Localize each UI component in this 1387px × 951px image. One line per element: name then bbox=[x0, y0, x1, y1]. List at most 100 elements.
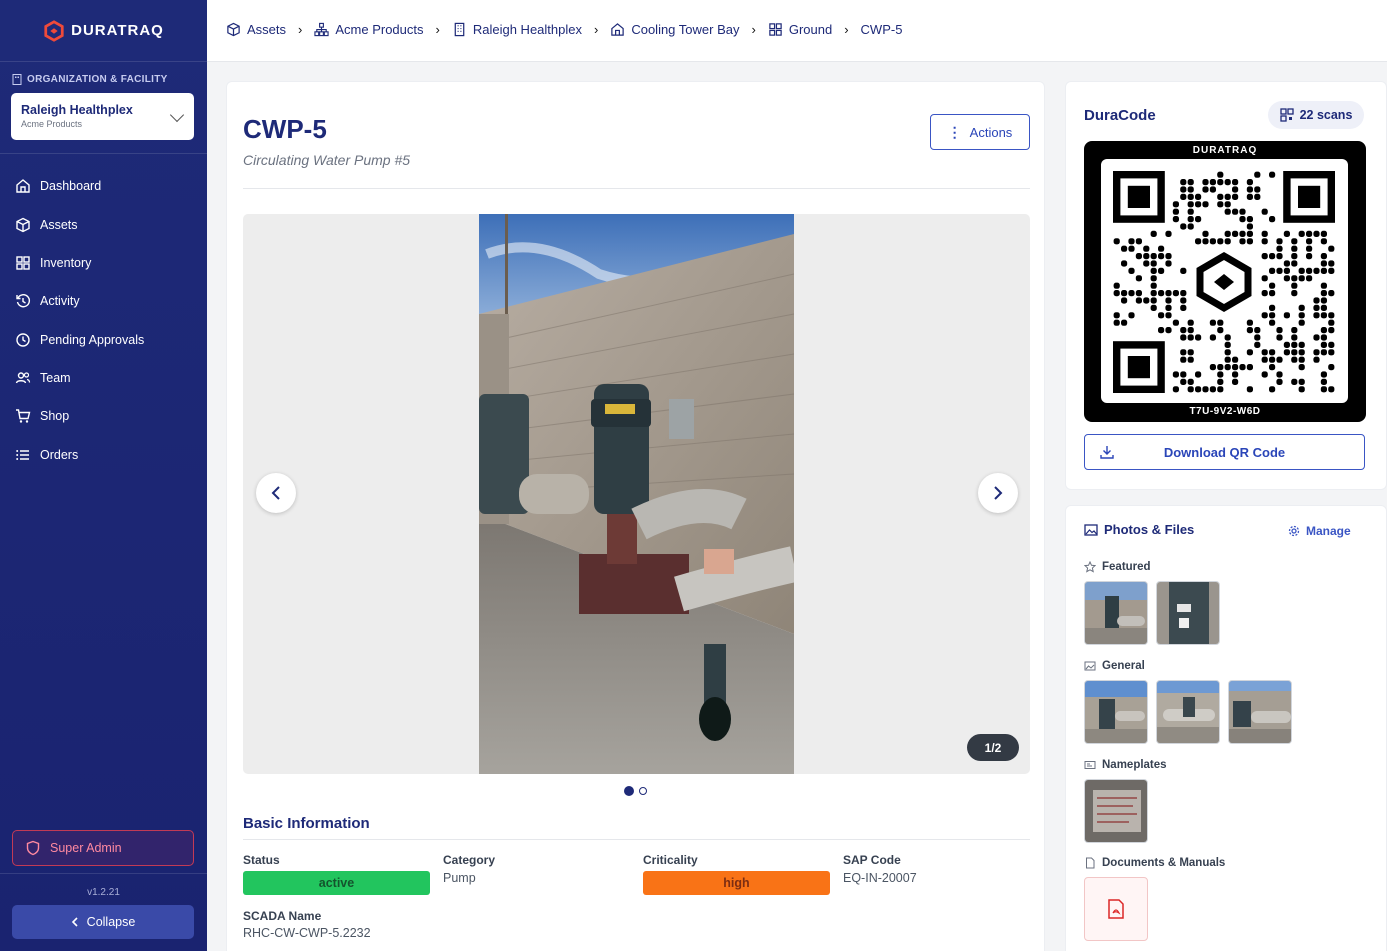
sap-code-value: EQ-IN-20007 bbox=[843, 871, 917, 885]
gallery-dot-1[interactable] bbox=[624, 786, 634, 796]
qr-module bbox=[1187, 186, 1194, 193]
gallery-dot-2[interactable] bbox=[639, 787, 647, 795]
qr-module bbox=[1180, 267, 1187, 274]
chevron-right-icon: › bbox=[844, 22, 849, 37]
qr-module bbox=[1224, 193, 1231, 200]
qr-module bbox=[1180, 179, 1187, 186]
sap-code-label: SAP Code bbox=[843, 853, 901, 867]
qr-module bbox=[1180, 290, 1187, 297]
qr-module bbox=[1246, 216, 1253, 223]
general-photo-3[interactable] bbox=[1228, 680, 1292, 744]
general-photo-1[interactable] bbox=[1084, 680, 1148, 744]
nav-team[interactable]: Team bbox=[15, 370, 71, 386]
qr-module bbox=[1328, 260, 1335, 267]
category-value: Pump bbox=[443, 871, 476, 885]
brand-logo[interactable]: DURATRAQ bbox=[0, 0, 207, 62]
collapse-button[interactable]: Collapse bbox=[12, 905, 194, 939]
qr-header: DURATRAQ bbox=[1192, 145, 1258, 156]
chevron-right-icon: › bbox=[593, 22, 599, 37]
nav-dashboard[interactable]: Dashboard bbox=[15, 178, 101, 194]
breadcrumb-facility[interactable]: Raleigh Healthplex bbox=[452, 22, 582, 37]
featured-photo-2[interactable] bbox=[1156, 581, 1220, 645]
qr-module bbox=[1328, 341, 1335, 348]
general-photo-2[interactable] bbox=[1156, 680, 1220, 744]
top-bar: Assets › Acme Products › Raleigh Healthp… bbox=[207, 0, 1387, 62]
nameplate-photo-1[interactable] bbox=[1084, 779, 1148, 843]
nav-pending-approvals[interactable]: Pending Approvals bbox=[15, 332, 144, 348]
qr-module bbox=[1239, 238, 1246, 245]
building-icon bbox=[454, 22, 465, 37]
cube-icon bbox=[16, 217, 30, 233]
breadcrumb-current: CWP-5 bbox=[860, 22, 903, 37]
qr-module bbox=[1283, 260, 1290, 267]
qr-module bbox=[1128, 245, 1135, 252]
qr-module bbox=[1298, 312, 1305, 319]
organization-name: Acme Products bbox=[21, 119, 83, 129]
nav-shop[interactable]: Shop bbox=[15, 408, 69, 424]
qr-module bbox=[1187, 208, 1194, 215]
qr-module bbox=[1128, 290, 1135, 297]
breadcrumb-location[interactable]: Cooling Tower Bay bbox=[610, 22, 739, 37]
qr-module bbox=[1143, 297, 1150, 304]
actions-button[interactable]: ⋮ Actions bbox=[930, 114, 1030, 150]
star-icon bbox=[1084, 561, 1096, 573]
breadcrumb-organization[interactable]: Acme Products bbox=[314, 22, 424, 37]
super-admin-button[interactable]: Super Admin bbox=[12, 830, 194, 866]
asset-photo[interactable] bbox=[479, 214, 794, 774]
status-badge: active bbox=[243, 871, 430, 895]
qr-module bbox=[1143, 245, 1150, 252]
qr-module bbox=[1217, 201, 1224, 208]
gallery-next-button[interactable] bbox=[978, 473, 1018, 513]
qr-module bbox=[1269, 386, 1276, 393]
qr-module bbox=[1187, 349, 1194, 356]
qr-module bbox=[1276, 371, 1283, 378]
qr-module bbox=[1172, 201, 1179, 208]
pdf-document-1[interactable] bbox=[1084, 877, 1148, 941]
nav-orders[interactable]: Orders bbox=[15, 447, 78, 463]
duratraq-logo-icon bbox=[44, 19, 64, 42]
nav-inventory[interactable]: Inventory bbox=[15, 255, 91, 271]
qr-module bbox=[1165, 304, 1172, 311]
qr-module bbox=[1276, 245, 1283, 252]
qr-module bbox=[1180, 297, 1187, 304]
download-qr-button[interactable]: Download QR Code bbox=[1084, 434, 1365, 470]
qr-module bbox=[1246, 193, 1253, 200]
qr-module bbox=[1180, 334, 1187, 341]
featured-photo-1[interactable] bbox=[1084, 581, 1148, 645]
nav-assets[interactable]: Assets bbox=[15, 217, 78, 233]
gallery-prev-button[interactable] bbox=[256, 473, 296, 513]
qr-module bbox=[1121, 290, 1128, 297]
nav-activity[interactable]: Activity bbox=[15, 293, 80, 309]
manage-button[interactable]: Manage bbox=[1288, 524, 1351, 538]
qr-module bbox=[1202, 201, 1209, 208]
qr-module bbox=[1313, 312, 1320, 319]
breadcrumb-assets[interactable]: Assets bbox=[226, 22, 286, 37]
qr-module bbox=[1187, 193, 1194, 200]
qr-module bbox=[1320, 341, 1327, 348]
qr-module bbox=[1269, 267, 1276, 274]
breadcrumb-area[interactable]: Ground bbox=[768, 22, 832, 37]
qr-module bbox=[1283, 267, 1290, 274]
qr-module bbox=[1320, 378, 1327, 385]
photos-files-card: Photos & Files Manage Featured General N… bbox=[1065, 505, 1387, 951]
qr-module bbox=[1328, 364, 1335, 371]
facility-selector[interactable]: Raleigh Healthplex Acme Products bbox=[11, 93, 194, 140]
qr-module bbox=[1328, 319, 1335, 326]
qr-module bbox=[1217, 327, 1224, 334]
qr-module bbox=[1224, 349, 1231, 356]
org-facility-label: ORGANIZATION & FACILITY bbox=[12, 74, 168, 85]
divider bbox=[0, 873, 207, 874]
qr-module bbox=[1298, 267, 1305, 274]
qr-module bbox=[1239, 216, 1246, 223]
scan-count-badge: 22 scans bbox=[1268, 101, 1364, 129]
qr-module bbox=[1158, 290, 1165, 297]
qr-module bbox=[1232, 208, 1239, 215]
qr-module bbox=[1320, 386, 1327, 393]
grid-icon bbox=[769, 23, 782, 36]
qr-module bbox=[1320, 371, 1327, 378]
qr-module bbox=[1187, 223, 1194, 230]
photo-thumbnail bbox=[1157, 582, 1219, 644]
qr-module bbox=[1291, 341, 1298, 348]
qr-module bbox=[1150, 253, 1157, 260]
qr-module bbox=[1239, 208, 1246, 215]
